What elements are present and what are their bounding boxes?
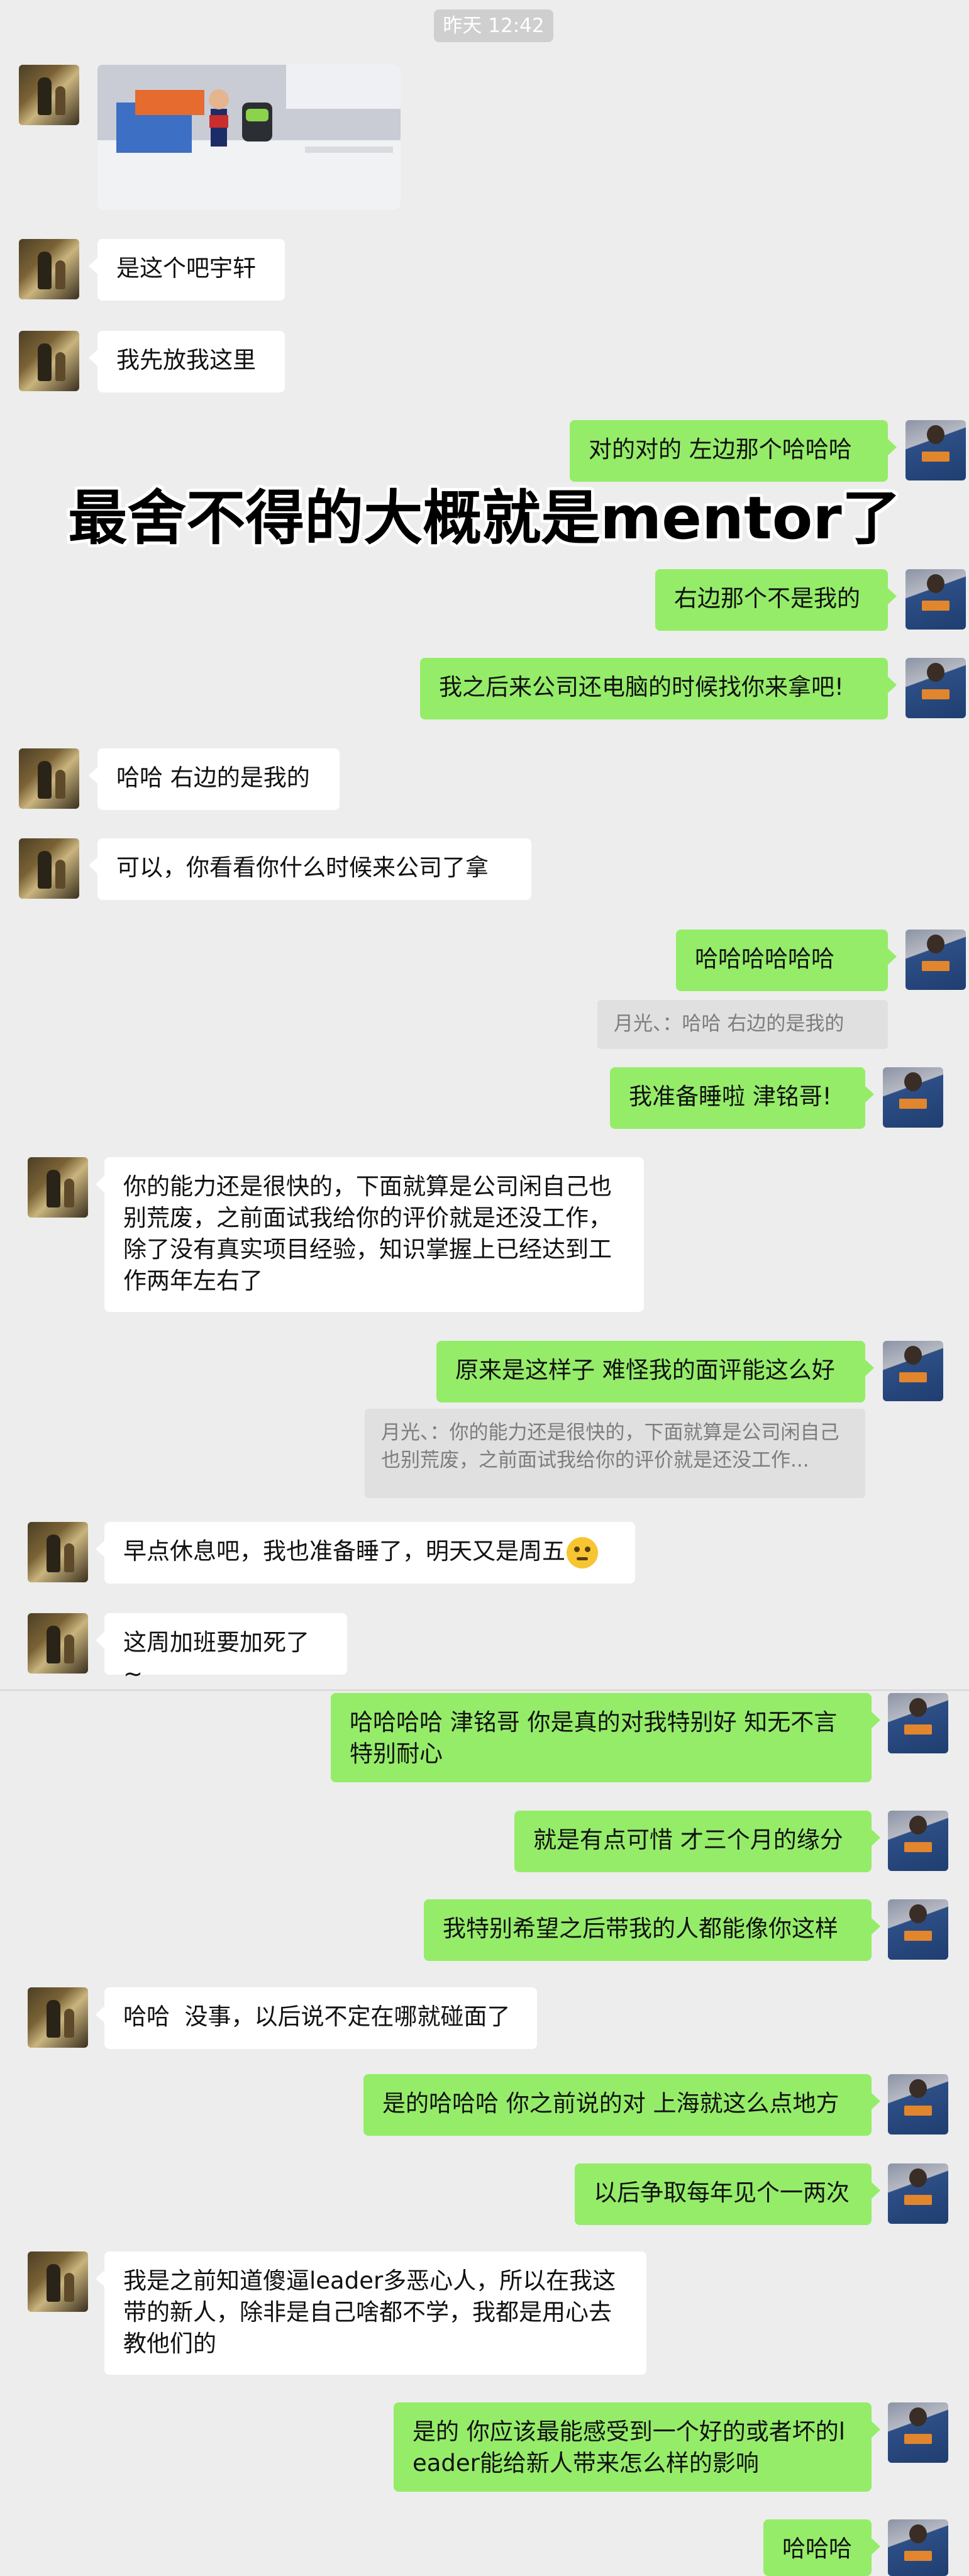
incoming-message[interactable]: 早点休息吧，我也准备睡了，明天又是周五 — [96, 1522, 635, 1584]
incoming-message[interactable]: 你的能力还是很快的，下面就算是公司闲自己也别荒废，之前面试我给你的评价就是还没工… — [96, 1157, 644, 1312]
user-avatar[interactable] — [905, 930, 966, 990]
incoming-message[interactable]: 是这个吧宇轩 — [89, 239, 285, 301]
outgoing-message[interactable]: 原来是这样子 难怪我的面评能这么好 — [436, 1341, 874, 1402]
message-text: 早点休息吧，我也准备睡了，明天又是周五 — [123, 1538, 565, 1565]
user-avatar[interactable] — [888, 2074, 948, 2135]
quoted-reply[interactable]: 月光、：哈哈 右边的是我的 — [597, 1000, 888, 1049]
outgoing-message[interactable]: 是的哈哈哈 你之前说的对 上海就这么点地方 — [363, 2074, 880, 2136]
user-avatar[interactable] — [883, 1067, 943, 1128]
incoming-message[interactable]: 哈哈 右边的是我的 — [89, 748, 340, 810]
user-avatar[interactable] — [905, 420, 966, 480]
incoming-message[interactable]: 这周加班要加死了~ — [96, 1613, 347, 1687]
outgoing-message[interactable]: 就是有点可惜 才三个月的缘分 — [514, 1811, 880, 1872]
outgoing-message[interactable]: 我准备睡啦 津铭哥! — [610, 1067, 874, 1129]
outgoing-message[interactable]: 右边那个不是我的 — [655, 569, 897, 631]
photo-message[interactable] — [97, 65, 401, 209]
overlay-caption: 最舍不得的大概就是mentor了 — [68, 484, 901, 553]
incoming-message[interactable]: 可以，你看看你什么时候来公司了拿 — [89, 838, 531, 900]
contact-avatar[interactable] — [28, 1157, 88, 1218]
quoted-reply[interactable]: 月光、：你的能力还是很快的，下面就算是公司闲自己也别荒废，之前面试我给你的评价就… — [365, 1409, 865, 1498]
outgoing-message[interactable]: 哈哈哈哈哈哈 — [676, 930, 897, 991]
contact-avatar[interactable] — [19, 239, 79, 299]
user-avatar[interactable] — [888, 2402, 948, 2463]
outgoing-message[interactable]: 哈哈哈 — [763, 2519, 880, 2576]
user-avatar[interactable] — [888, 1693, 948, 1753]
screenshot-divider — [0, 1689, 969, 1691]
contact-avatar[interactable] — [19, 748, 79, 809]
thinking-emoji-icon — [567, 1536, 598, 1568]
contact-avatar[interactable] — [28, 1613, 88, 1674]
incoming-message[interactable]: 我是之前知道傻逼leader多恶心人，所以在我这带的新人，除非是自己啥都不学，我… — [96, 2251, 646, 2375]
outgoing-message[interactable]: 我之后来公司还电脑的时候找你来拿吧! — [420, 658, 897, 719]
outgoing-message[interactable]: 以后争取每年见个一两次 — [575, 2163, 880, 2225]
incoming-message[interactable]: 我先放我这里 — [89, 331, 285, 392]
contact-avatar[interactable] — [19, 65, 79, 125]
incoming-message[interactable]: 哈哈 没事，以后说不定在哪就碰面了 — [96, 1987, 537, 2049]
contact-avatar[interactable] — [19, 331, 79, 391]
outgoing-message[interactable]: 哈哈哈哈 津铭哥 你是真的对我特别好 知无不言 特别耐心 — [331, 1693, 880, 1782]
timestamp-badge: 昨天 12:42 — [434, 9, 553, 42]
contact-avatar[interactable] — [28, 1987, 88, 2048]
user-avatar[interactable] — [883, 1341, 943, 1401]
outgoing-message[interactable]: 是的 你应该最能感受到一个好的或者坏的leader能给新人带来怎么样的影响 — [394, 2402, 880, 2492]
outgoing-message[interactable]: 我特别希望之后带我的人都能像你这样 — [424, 1899, 880, 1961]
user-avatar[interactable] — [888, 2163, 948, 2224]
contact-avatar[interactable] — [28, 2251, 88, 2312]
contact-avatar[interactable] — [28, 1522, 88, 1582]
user-avatar[interactable] — [905, 658, 966, 718]
user-avatar[interactable] — [888, 1811, 948, 1871]
user-avatar[interactable] — [905, 569, 966, 630]
user-avatar[interactable] — [888, 2519, 948, 2576]
outgoing-message[interactable]: 对的对的 左边那个哈哈哈 — [570, 420, 897, 482]
user-avatar[interactable] — [888, 1899, 948, 1960]
contact-avatar[interactable] — [19, 838, 79, 899]
